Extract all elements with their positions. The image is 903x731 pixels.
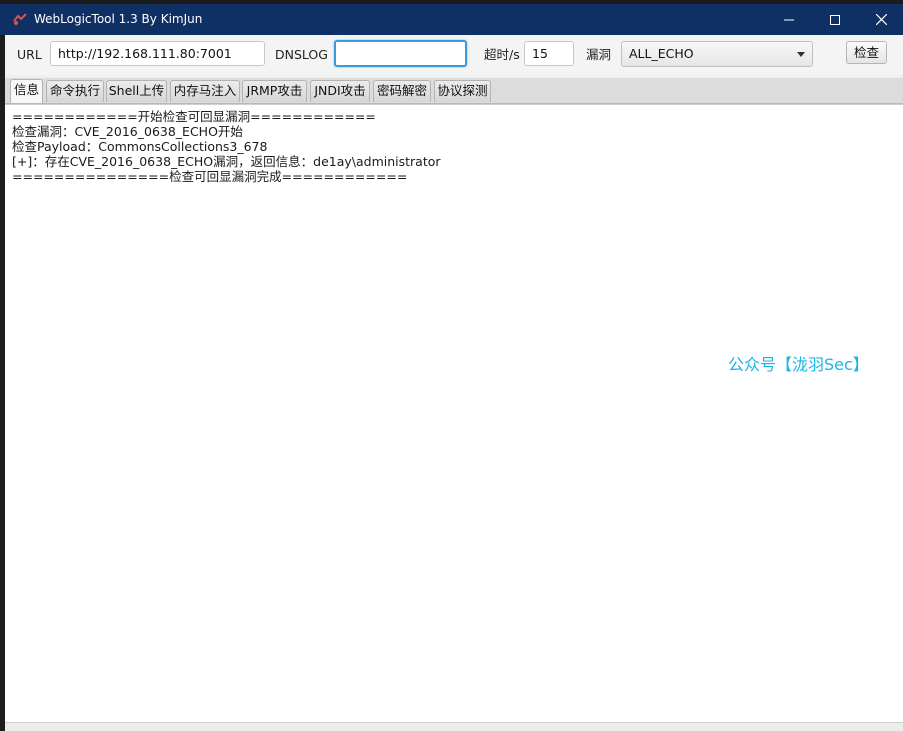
minimize-icon	[784, 19, 794, 20]
close-button[interactable]	[858, 4, 903, 35]
maximize-button[interactable]	[812, 4, 858, 35]
window-title: WebLogicTool 1.3 By KimJun	[34, 12, 203, 26]
toolbar: URL http://192.168.111.80:7001 DNSLOG 超时…	[5, 35, 903, 75]
app-window: WebLogicTool 1.3 By KimJun URL http://19…	[0, 0, 903, 731]
minimize-button[interactable]	[766, 4, 812, 35]
output-line: [+]：存在CVE_2016_0638_ECHO漏洞，返回信息：de1ay\ad…	[12, 154, 441, 169]
tab-bar: 信息 命令执行 Shell上传 内存马注入 JRMP攻击 JNDI攻击 密码解密…	[5, 78, 903, 104]
vuln-select-value: ALL_ECHO	[629, 46, 694, 61]
title-bar[interactable]: WebLogicTool 1.3 By KimJun	[0, 4, 903, 35]
url-input[interactable]: http://192.168.111.80:7001	[50, 41, 265, 66]
horizontal-scrollbar[interactable]	[5, 722, 903, 731]
close-icon	[875, 14, 887, 25]
tab-jndi-attack[interactable]: JNDI攻击	[310, 80, 370, 102]
tab-shell-upload[interactable]: Shell上传	[106, 80, 167, 102]
tab-memshell-inject[interactable]: 内存马注入	[170, 80, 240, 102]
tab-password-decrypt[interactable]: 密码解密	[373, 80, 431, 102]
watermark-text: 公众号【泷羽Sec】	[728, 355, 869, 374]
app-icon	[13, 13, 27, 25]
timeout-input[interactable]: 15	[524, 41, 574, 66]
tab-protocol-detect[interactable]: 协议探测	[434, 80, 491, 102]
url-label: URL	[17, 47, 42, 62]
maximize-icon	[830, 14, 840, 25]
dnslog-label: DNSLOG	[275, 47, 328, 62]
vuln-label: 漏洞	[586, 47, 612, 62]
output-line: 检查漏洞：CVE_2016_0638_ECHO开始	[12, 124, 243, 139]
vuln-select[interactable]: ALL_ECHO	[621, 41, 813, 67]
output-textarea[interactable]: ============开始检查可回显漏洞============ 检查漏洞：C…	[5, 104, 903, 722]
tab-command-exec[interactable]: 命令执行	[46, 80, 104, 102]
check-button[interactable]: 检查	[846, 41, 887, 64]
timeout-label: 超时/s	[484, 47, 520, 62]
tab-jrmp-attack[interactable]: JRMP攻击	[242, 80, 307, 102]
output-line: ===============检查可回显漏洞完成============	[12, 169, 408, 184]
output-line: ============开始检查可回显漏洞============	[12, 109, 376, 124]
dnslog-input[interactable]	[334, 40, 467, 67]
tab-info[interactable]: 信息	[10, 79, 43, 103]
output-line: 检查Payload：CommonsCollections3_678	[12, 139, 268, 154]
chevron-down-icon	[797, 52, 805, 57]
